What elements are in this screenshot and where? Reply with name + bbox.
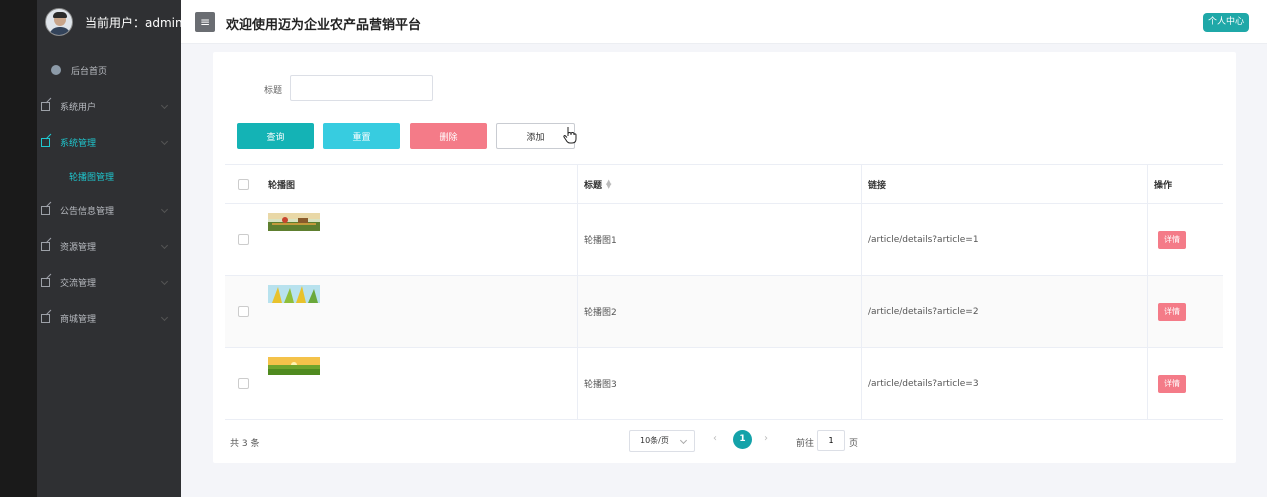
carousel-thumbnail-1	[268, 213, 320, 231]
next-page-icon[interactable]: ›	[764, 433, 768, 444]
sidebar-item-shop[interactable]: 商城管理	[37, 300, 181, 336]
reset-button[interactable]: 重置	[323, 123, 400, 149]
carousel-table: 轮播图 标题 ▲ ▼ 链接 操作 轮播图1 /article/details?a…	[225, 164, 1223, 420]
sidebar-item-system-users[interactable]: 系统用户	[37, 88, 181, 124]
row-checkbox[interactable]	[238, 306, 249, 317]
sidebar: 当前用户：admin 后台首页 系统用户 系统管理 轮播图管理 公告信息管理 资…	[37, 0, 183, 497]
link-cell: /article/details?article=2	[862, 276, 1148, 347]
user-block: 当前用户：admin	[37, 0, 183, 44]
column-header-title-label: 标题	[584, 180, 603, 191]
search-title-input[interactable]	[290, 75, 433, 101]
title-cell: 轮播图3	[578, 348, 862, 419]
chevron-down-icon	[160, 277, 169, 286]
edit-icon	[41, 241, 50, 251]
sidebar-menu: 后台首页 系统用户 系统管理 轮播图管理 公告信息管理 资源管理 交流管理 商城…	[37, 52, 181, 336]
sidebar-item-label: 交流管理	[60, 278, 97, 289]
column-header-link: 链接	[862, 165, 1148, 203]
total-count: 共 3 条	[230, 439, 260, 449]
row-checkbox[interactable]	[238, 234, 249, 245]
edit-icon	[41, 313, 50, 323]
table-row: 轮播图1 /article/details?article=1 详情	[225, 204, 1223, 276]
row-select-cell	[225, 204, 262, 275]
sidebar-item-label: 资源管理	[60, 242, 97, 253]
select-all-checkbox[interactable]	[238, 178, 249, 190]
edit-icon	[41, 205, 50, 215]
search-title-label: 标题	[264, 86, 283, 96]
delete-button[interactable]: 删除	[410, 123, 487, 149]
link-cell: /article/details?article=3	[862, 348, 1148, 419]
edit-icon	[41, 137, 50, 147]
title-cell: 轮播图2	[578, 276, 862, 347]
image-cell	[262, 276, 578, 347]
prev-page-icon[interactable]: ‹	[713, 433, 717, 444]
chevron-down-icon	[160, 101, 169, 110]
link-cell: /article/details?article=1	[862, 204, 1148, 275]
title-cell: 轮播图1	[578, 204, 862, 275]
action-cell: 详情	[1148, 276, 1223, 347]
edit-icon	[41, 101, 50, 111]
sidebar-item-system-management[interactable]: 系统管理	[37, 124, 181, 160]
table-row: 轮播图3 /article/details?article=3 详情	[225, 348, 1223, 420]
page-number-current[interactable]: 1	[733, 430, 752, 449]
column-header-image: 轮播图	[262, 165, 578, 203]
sidebar-item-label: 公告信息管理	[60, 206, 115, 217]
table-row: 轮播图2 /article/details?article=2 详情	[225, 276, 1223, 348]
outer-dark-strip	[0, 0, 37, 497]
sidebar-item-communication[interactable]: 交流管理	[37, 264, 181, 300]
sidebar-item-label: 系统管理	[60, 138, 97, 149]
page-size-select[interactable]: 10条/页	[629, 430, 695, 452]
column-header-title[interactable]: 标题 ▲ ▼	[578, 165, 862, 203]
topbar: ≡ 欢迎使用迈为企业农产品营销平台 个人中心	[181, 0, 1267, 44]
action-cell: 详情	[1148, 348, 1223, 419]
detail-button[interactable]: 详情	[1158, 230, 1186, 249]
table-header: 轮播图 标题 ▲ ▼ 链接 操作	[225, 165, 1223, 204]
detail-button[interactable]: 详情	[1158, 302, 1186, 321]
chevron-down-icon	[160, 241, 169, 250]
chevron-down-icon	[160, 205, 169, 214]
sidebar-item-label: 系统用户	[60, 102, 97, 113]
gear-icon	[51, 65, 61, 75]
sort-icon[interactable]: ▲ ▼	[606, 179, 611, 190]
hand-cursor-icon	[563, 127, 577, 144]
sidebar-item-label: 商城管理	[60, 314, 97, 325]
carousel-thumbnail-3	[268, 357, 320, 375]
goto-label: 前往	[796, 439, 815, 449]
row-select-cell	[225, 348, 262, 419]
query-button[interactable]: 查询	[237, 123, 314, 149]
main-panel: 标题 查询 重置 删除 添加 轮播图 标题 ▲ ▼ 链接 操作 轮播图1 /ar…	[213, 52, 1236, 463]
image-cell	[262, 348, 578, 419]
row-checkbox[interactable]	[238, 378, 249, 389]
sidebar-item-announcements[interactable]: 公告信息管理	[37, 192, 181, 228]
goto-page-input[interactable]	[817, 430, 845, 451]
chevron-down-icon	[160, 313, 169, 322]
row-select-cell	[225, 276, 262, 347]
sidebar-item-resources[interactable]: 资源管理	[37, 228, 181, 264]
page-title: 欢迎使用迈为企业农产品营销平台	[226, 18, 422, 33]
menu-toggle-icon[interactable]: ≡	[195, 12, 215, 32]
edit-icon	[41, 277, 50, 287]
image-cell	[262, 204, 578, 275]
chevron-up-icon	[160, 137, 169, 146]
avatar[interactable]	[45, 8, 73, 36]
carousel-thumbnail-2	[268, 285, 320, 303]
sidebar-item-label: 后台首页	[71, 66, 108, 77]
action-cell: 详情	[1148, 204, 1223, 275]
sidebar-item-home[interactable]: 后台首页	[37, 52, 181, 88]
sidebar-subitem-carousel[interactable]: 轮播图管理	[37, 160, 181, 192]
column-header-action: 操作	[1154, 180, 1173, 191]
detail-button[interactable]: 详情	[1158, 374, 1186, 393]
sidebar-subitem-label: 轮播图管理	[69, 172, 115, 183]
profile-button[interactable]: 个人中心	[1202, 13, 1249, 32]
current-user-label: 当前用户：admin	[85, 15, 183, 30]
select-all-cell	[225, 165, 262, 203]
goto-suffix: 页	[849, 439, 859, 449]
